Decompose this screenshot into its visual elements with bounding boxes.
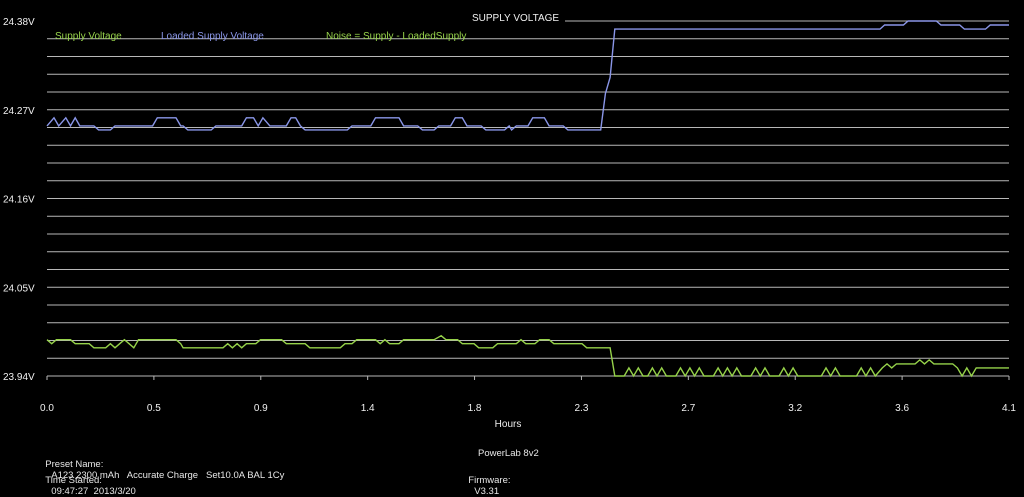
y-tick-label: 23.94V: [3, 372, 35, 383]
x-tick-label: 3.6: [895, 403, 909, 414]
time-started-value: 09:47:27 2013/3/20: [51, 486, 136, 497]
x-tick-label: 0.5: [147, 403, 161, 414]
x-tick-label: 0.9: [254, 403, 268, 414]
series-line-supply-voltage: [46, 334, 1009, 378]
chart-title: SUPPLY VOLTAGE: [472, 13, 559, 24]
y-axis-ticks: 24.38V 24.27V 24.16V 24.05V 23.94V: [3, 17, 35, 383]
x-tick-label: 4.1: [1002, 403, 1016, 414]
device-name: PowerLab 8v2: [478, 448, 539, 459]
x-axis-label: Hours: [495, 419, 522, 430]
y-tick-label: 24.05V: [3, 283, 35, 294]
firmware-value: V3.31: [474, 486, 500, 497]
x-tick-label: 1.4: [361, 403, 375, 414]
x-tick-label: 3.2: [788, 403, 802, 414]
x-tick-label: 1.8: [468, 403, 482, 414]
x-tick-label: 0.0: [40, 403, 54, 414]
x-tick-label: 2.3: [574, 403, 588, 414]
firmware-label: Firmware:: [468, 475, 511, 486]
legend-loaded-supply-voltage: Loaded Supply Voltage: [161, 31, 264, 42]
chart: 24.38V 24.27V 24.16V 24.05V 23.94V 0.0 0.5 0.9…: [3, 13, 1016, 430]
footer-time: Time Started: 09:47:27 2013/3/20: [40, 464, 136, 497]
legend-supply-voltage: Supply Voltage: [55, 31, 122, 42]
grid-lines: [47, 20, 1009, 377]
x-tick-label: 2.7: [681, 403, 695, 414]
y-tick-label: 24.38V: [3, 17, 35, 28]
legend-noise: Noise = Supply - LoadedSupply: [326, 31, 466, 42]
x-axis-ticks: 0.0 0.5 0.9 1.4 1.8 2.3 2.7 3.2 3.6 4.1: [40, 376, 1016, 414]
y-tick-label: 24.27V: [3, 106, 35, 117]
y-tick-label: 24.16V: [3, 195, 35, 206]
time-started-label: Time Started:: [45, 475, 102, 486]
footer-firmware: Firmware: V3.31: [463, 464, 511, 497]
